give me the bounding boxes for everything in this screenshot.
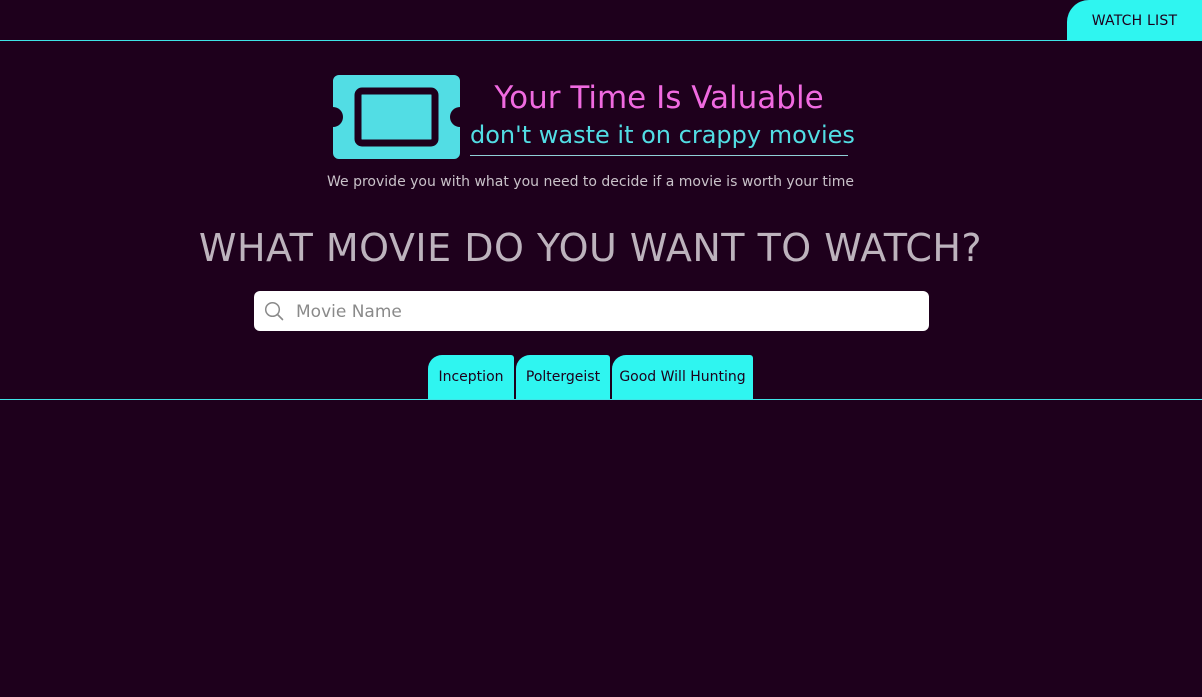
tagline: We provide you with what you need to dec…	[327, 174, 854, 190]
content-divider	[0, 399, 1202, 400]
subtitle-underline	[470, 155, 848, 156]
ticket-icon	[333, 75, 460, 159]
suggestion-chips: Inception Poltergeist Good Will Hunting	[428, 355, 753, 399]
search-box[interactable]	[254, 291, 929, 333]
movie-search-input[interactable]	[294, 291, 918, 333]
brand-title: Your Time Is Valuable	[494, 80, 824, 116]
header-divider	[0, 40, 1202, 41]
watch-list-button[interactable]: WATCH LIST	[1067, 0, 1202, 41]
suggestion-chip-poltergeist[interactable]: Poltergeist	[516, 355, 610, 399]
page: WATCH LIST Your Time Is Valuable don't w…	[0, 0, 1202, 697]
search-question-heading: WHAT MOVIE DO YOU WANT TO WATCH?	[198, 226, 983, 270]
brand-subtitle: don't waste it on crappy movies	[470, 121, 855, 149]
search-icon	[264, 301, 284, 321]
suggestion-chip-good-will-hunting[interactable]: Good Will Hunting	[612, 355, 753, 399]
suggestion-chip-inception[interactable]: Inception	[428, 355, 514, 399]
